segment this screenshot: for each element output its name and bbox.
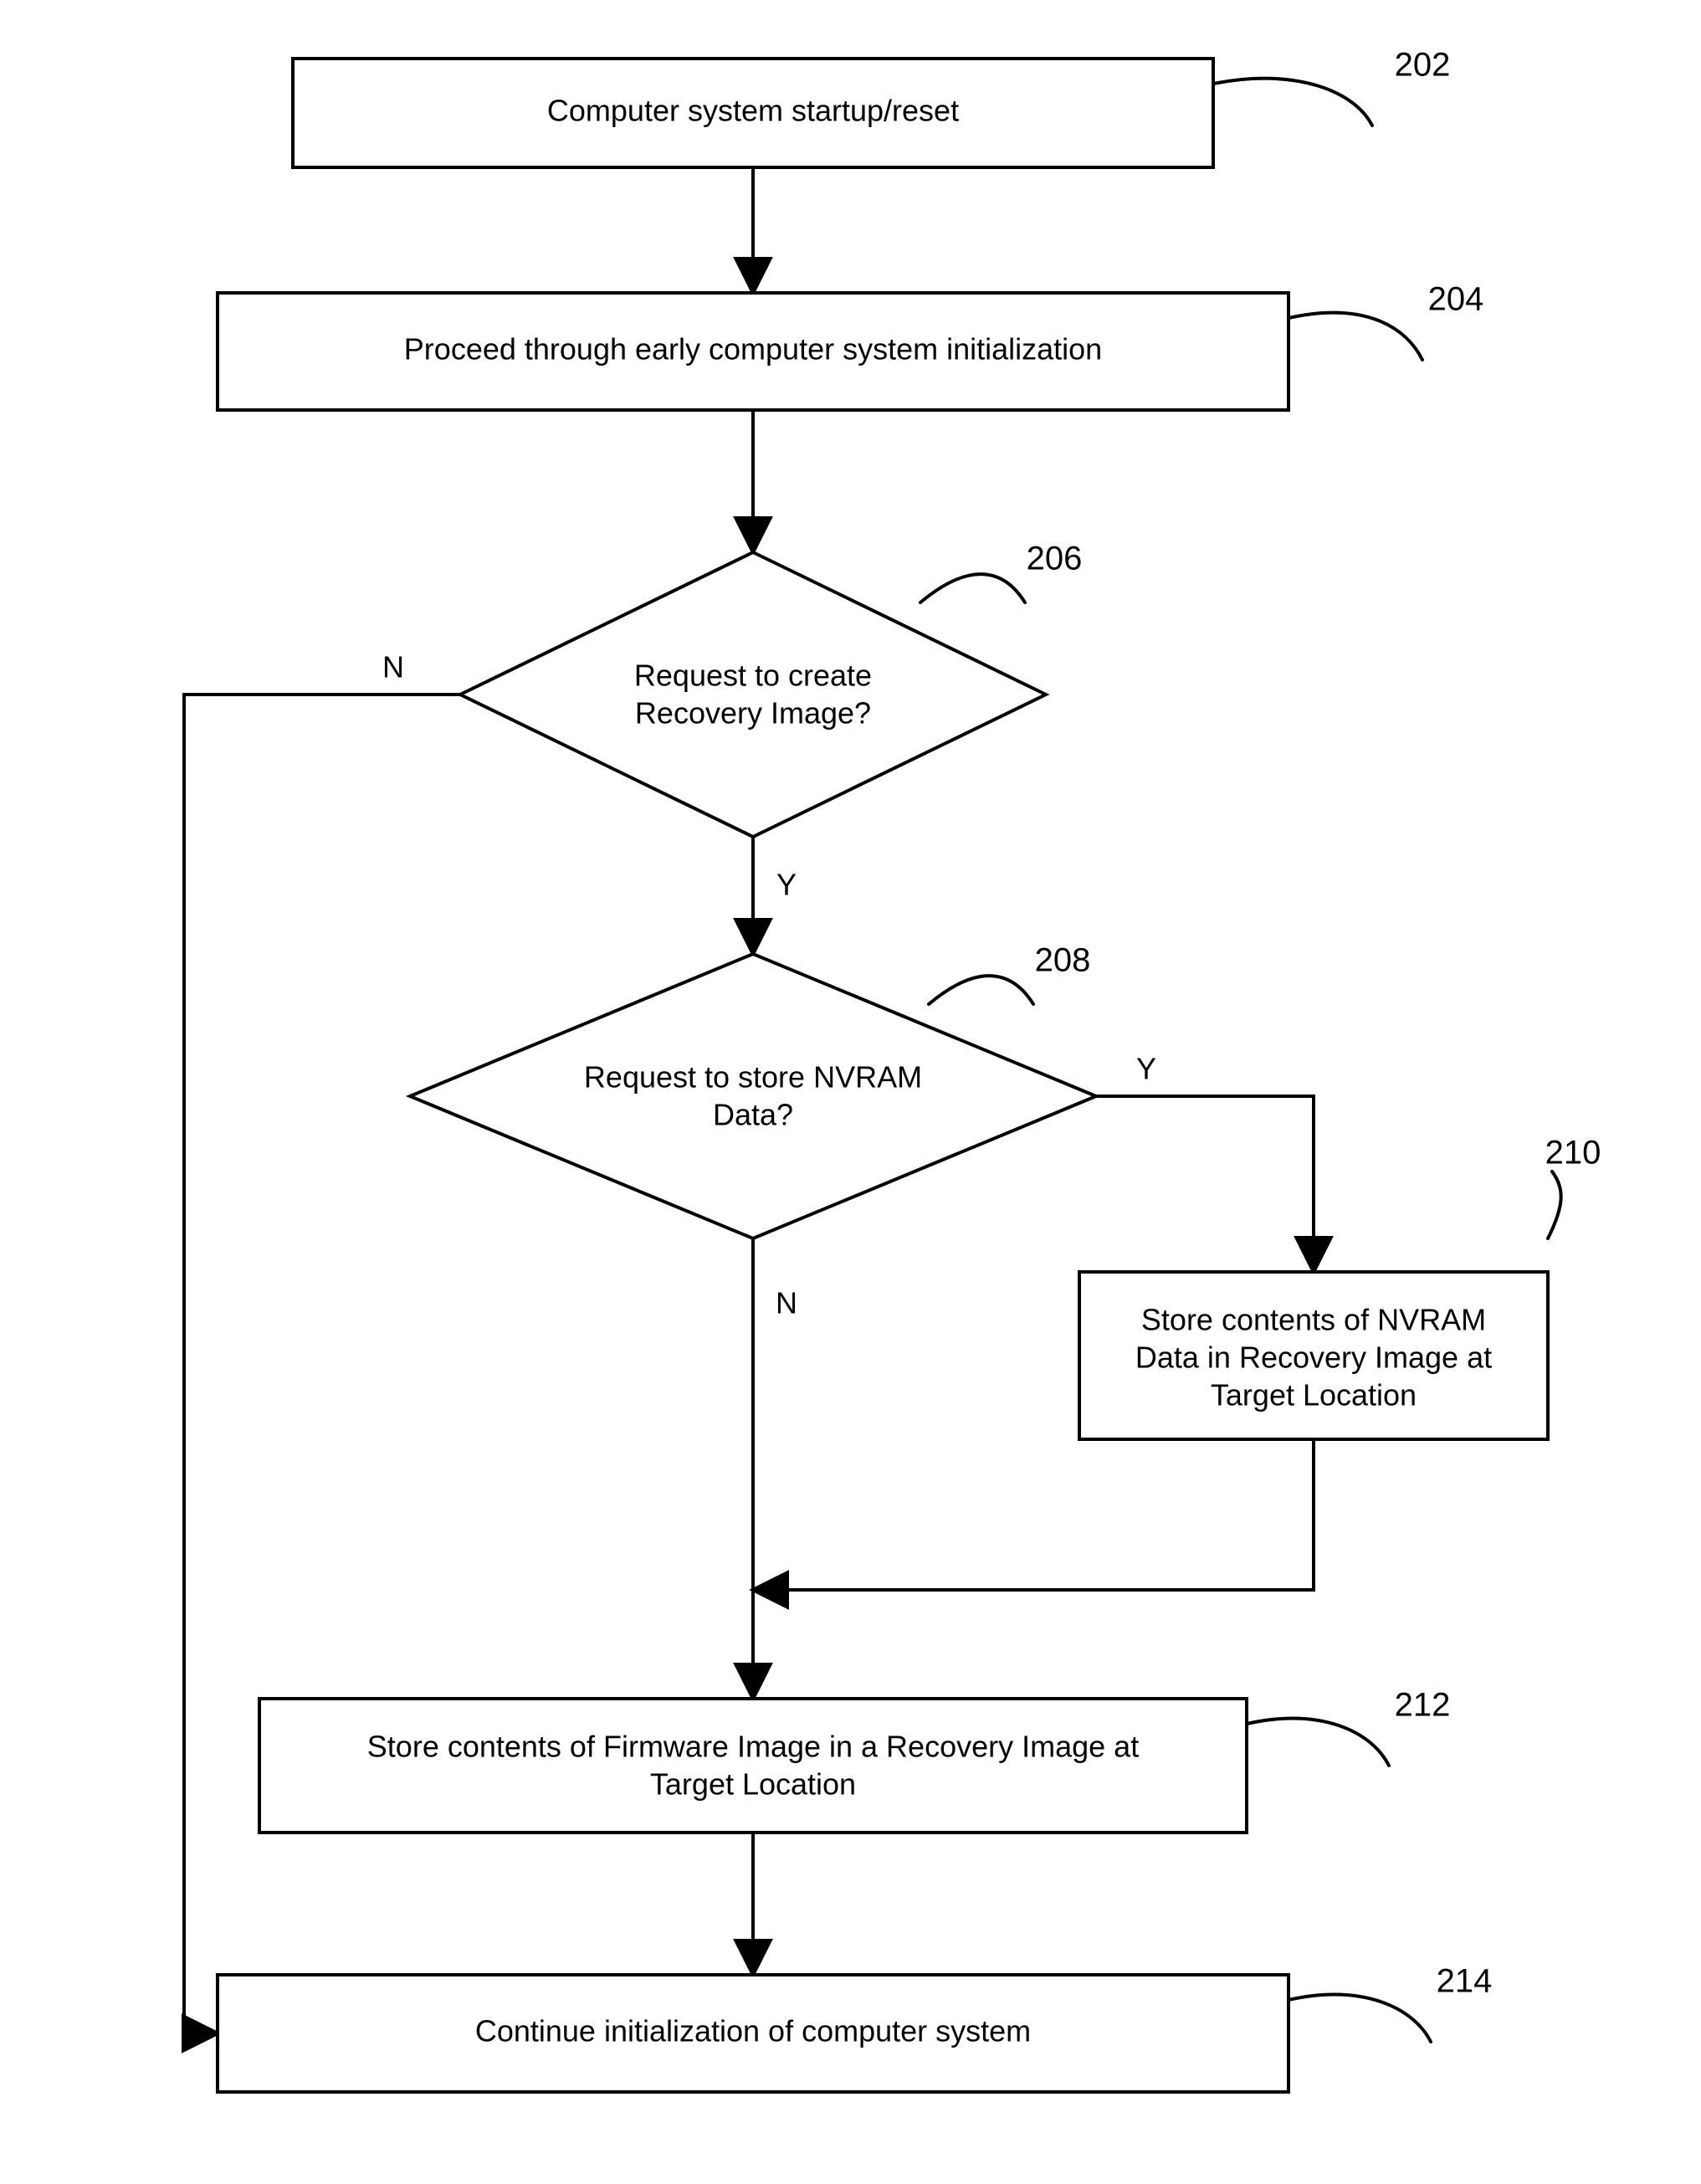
edge-208-yes-label: Y	[1136, 1052, 1156, 1086]
process-store-firmware-line1: Store contents of Firmware Image in a Re…	[367, 1730, 1139, 1764]
process-store-nvram: Store contents of NVRAM Data in Recovery…	[1079, 1272, 1548, 1439]
process-continue-init-text: Continue initialization of computer syst…	[475, 2014, 1031, 2048]
callout-204	[1289, 313, 1422, 360]
decision-create-recovery-line2: Recovery Image?	[635, 696, 871, 731]
label-212: 212	[1395, 1687, 1451, 1724]
process-init: Proceed through early computer system in…	[218, 293, 1289, 410]
process-startup-text: Computer system startup/reset	[547, 94, 959, 128]
edge-210-merge	[753, 1439, 1314, 1590]
edge-206-yes-label: Y	[776, 868, 797, 902]
decision-store-nvram-line2: Data?	[713, 1098, 793, 1132]
callout-208	[929, 976, 1033, 1004]
label-204: 204	[1428, 281, 1484, 318]
callout-206	[920, 574, 1025, 602]
decision-store-nvram-line1: Request to store NVRAM	[584, 1060, 922, 1095]
callout-202	[1213, 79, 1372, 126]
process-store-firmware: Store contents of Firmware Image in a Re…	[259, 1699, 1247, 1833]
label-214: 214	[1437, 1963, 1493, 2000]
process-startup: Computer system startup/reset	[293, 59, 1213, 167]
edge-206-no-label: N	[382, 650, 404, 684]
label-210: 210	[1545, 1135, 1601, 1171]
decision-store-nvram: Request to store NVRAM Data?	[410, 954, 1096, 1238]
label-202: 202	[1395, 47, 1451, 84]
process-store-firmware-line2: Target Location	[650, 1767, 856, 1802]
label-206: 206	[1027, 541, 1083, 577]
process-store-nvram-line1: Store contents of NVRAM	[1141, 1303, 1486, 1337]
process-store-nvram-line3: Target Location	[1211, 1378, 1417, 1412]
process-continue-init: Continue initialization of computer syst…	[218, 1975, 1289, 2092]
label-208: 208	[1035, 942, 1091, 979]
decision-create-recovery-line1: Request to create	[634, 659, 872, 693]
process-store-nvram-line2: Data in Recovery Image at	[1135, 1341, 1492, 1375]
edge-208-no-label: N	[776, 1286, 797, 1320]
decision-create-recovery: Request to create Recovery Image?	[460, 552, 1046, 837]
process-init-text: Proceed through early computer system in…	[404, 332, 1102, 367]
callout-214	[1289, 1995, 1431, 2042]
callout-212	[1247, 1719, 1389, 1766]
edge-208-yes	[1096, 1096, 1314, 1272]
callout-210	[1548, 1171, 1561, 1238]
